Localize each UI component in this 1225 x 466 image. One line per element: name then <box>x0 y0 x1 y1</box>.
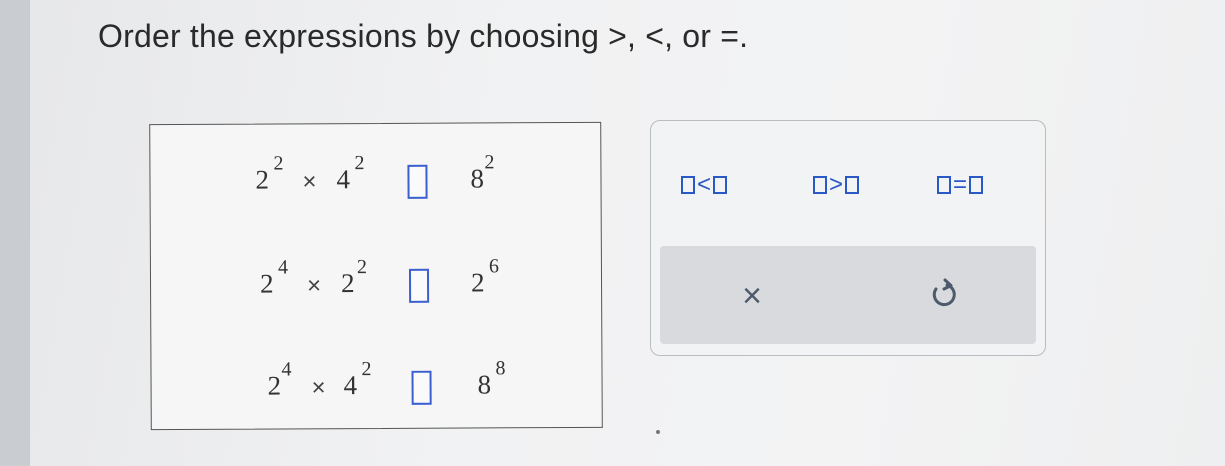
row3-exp2: 2 <box>361 358 372 381</box>
row3-answer-blank[interactable] <box>411 370 432 405</box>
row2-answer-blank[interactable] <box>408 268 430 303</box>
undo-icon <box>932 278 956 307</box>
row3-base3: 8 <box>477 369 492 400</box>
row1-term3: 8 2 <box>470 151 494 194</box>
row1-exp1: 2 <box>273 152 284 175</box>
row1-times: × <box>302 168 317 196</box>
right-box-icon <box>845 176 860 194</box>
row3-term3: 8 8 <box>477 357 505 400</box>
row2-base2: 2 <box>340 268 355 299</box>
row3-base2: 4 <box>343 370 358 401</box>
row3-base1: 2 <box>267 370 282 401</box>
close-icon: × <box>742 277 762 315</box>
left-box-icon <box>681 176 695 194</box>
expression-row-2: 2 4 × 2 2 2 6 <box>151 247 601 309</box>
symbol-palette: < > = × <box>650 120 1046 356</box>
row3-term2: 4 2 <box>343 358 371 401</box>
instruction-text: Order the expressions by choosing >, <, … <box>98 18 749 54</box>
row1-term2: 4 2 <box>336 152 364 195</box>
row3-term1: 2 4 <box>267 358 291 401</box>
left-box-icon <box>813 176 827 194</box>
row3-times: × <box>311 374 326 402</box>
clear-button[interactable]: × <box>732 276 772 316</box>
left-box-icon <box>937 176 951 194</box>
row2-exp1: 4 <box>277 256 289 279</box>
expression-row-3: 2 4 × 4 2 8 8 <box>151 349 601 411</box>
right-box-icon <box>713 176 728 194</box>
equals-symbol: = <box>953 171 968 198</box>
row2-term1: 2 4 <box>259 256 288 300</box>
row1-base1: 2 <box>255 164 270 195</box>
row3-exp1: 4 <box>281 358 292 381</box>
row2-base1: 2 <box>259 268 274 299</box>
expressions-box: 2 2 × 4 2 8 2 2 4 × 2 2 2 6 2 4 × 4 2 8 … <box>149 121 603 431</box>
right-box-icon <box>969 176 984 194</box>
row2-exp2: 2 <box>356 256 368 279</box>
left-edge-strip <box>0 0 30 466</box>
greater-than-symbol: > <box>829 171 844 198</box>
row2-exp3: 6 <box>488 255 500 278</box>
action-bar: × <box>660 246 1036 344</box>
row2-base3: 2 <box>470 267 485 298</box>
undo-button[interactable] <box>923 276 963 316</box>
equals-button[interactable]: = <box>937 167 984 203</box>
row2-term2: 2 2 <box>340 256 367 299</box>
row2-term3: 2 6 <box>470 255 499 298</box>
less-than-button[interactable]: < <box>681 167 728 203</box>
row3-exp3: 8 <box>495 357 506 380</box>
greater-than-button[interactable]: > <box>813 167 860 203</box>
expression-row-1: 2 2 × 4 2 8 2 <box>150 143 600 205</box>
row1-term1: 2 2 <box>255 152 283 196</box>
row1-answer-blank[interactable] <box>407 164 428 199</box>
less-than-symbol: < <box>697 171 712 198</box>
row1-exp3: 2 <box>484 151 495 174</box>
row1-base2: 4 <box>336 164 351 195</box>
row2-times: × <box>306 272 322 300</box>
stray-dot <box>656 430 660 434</box>
row1-base3: 8 <box>470 163 485 194</box>
row1-exp2: 2 <box>354 152 365 175</box>
